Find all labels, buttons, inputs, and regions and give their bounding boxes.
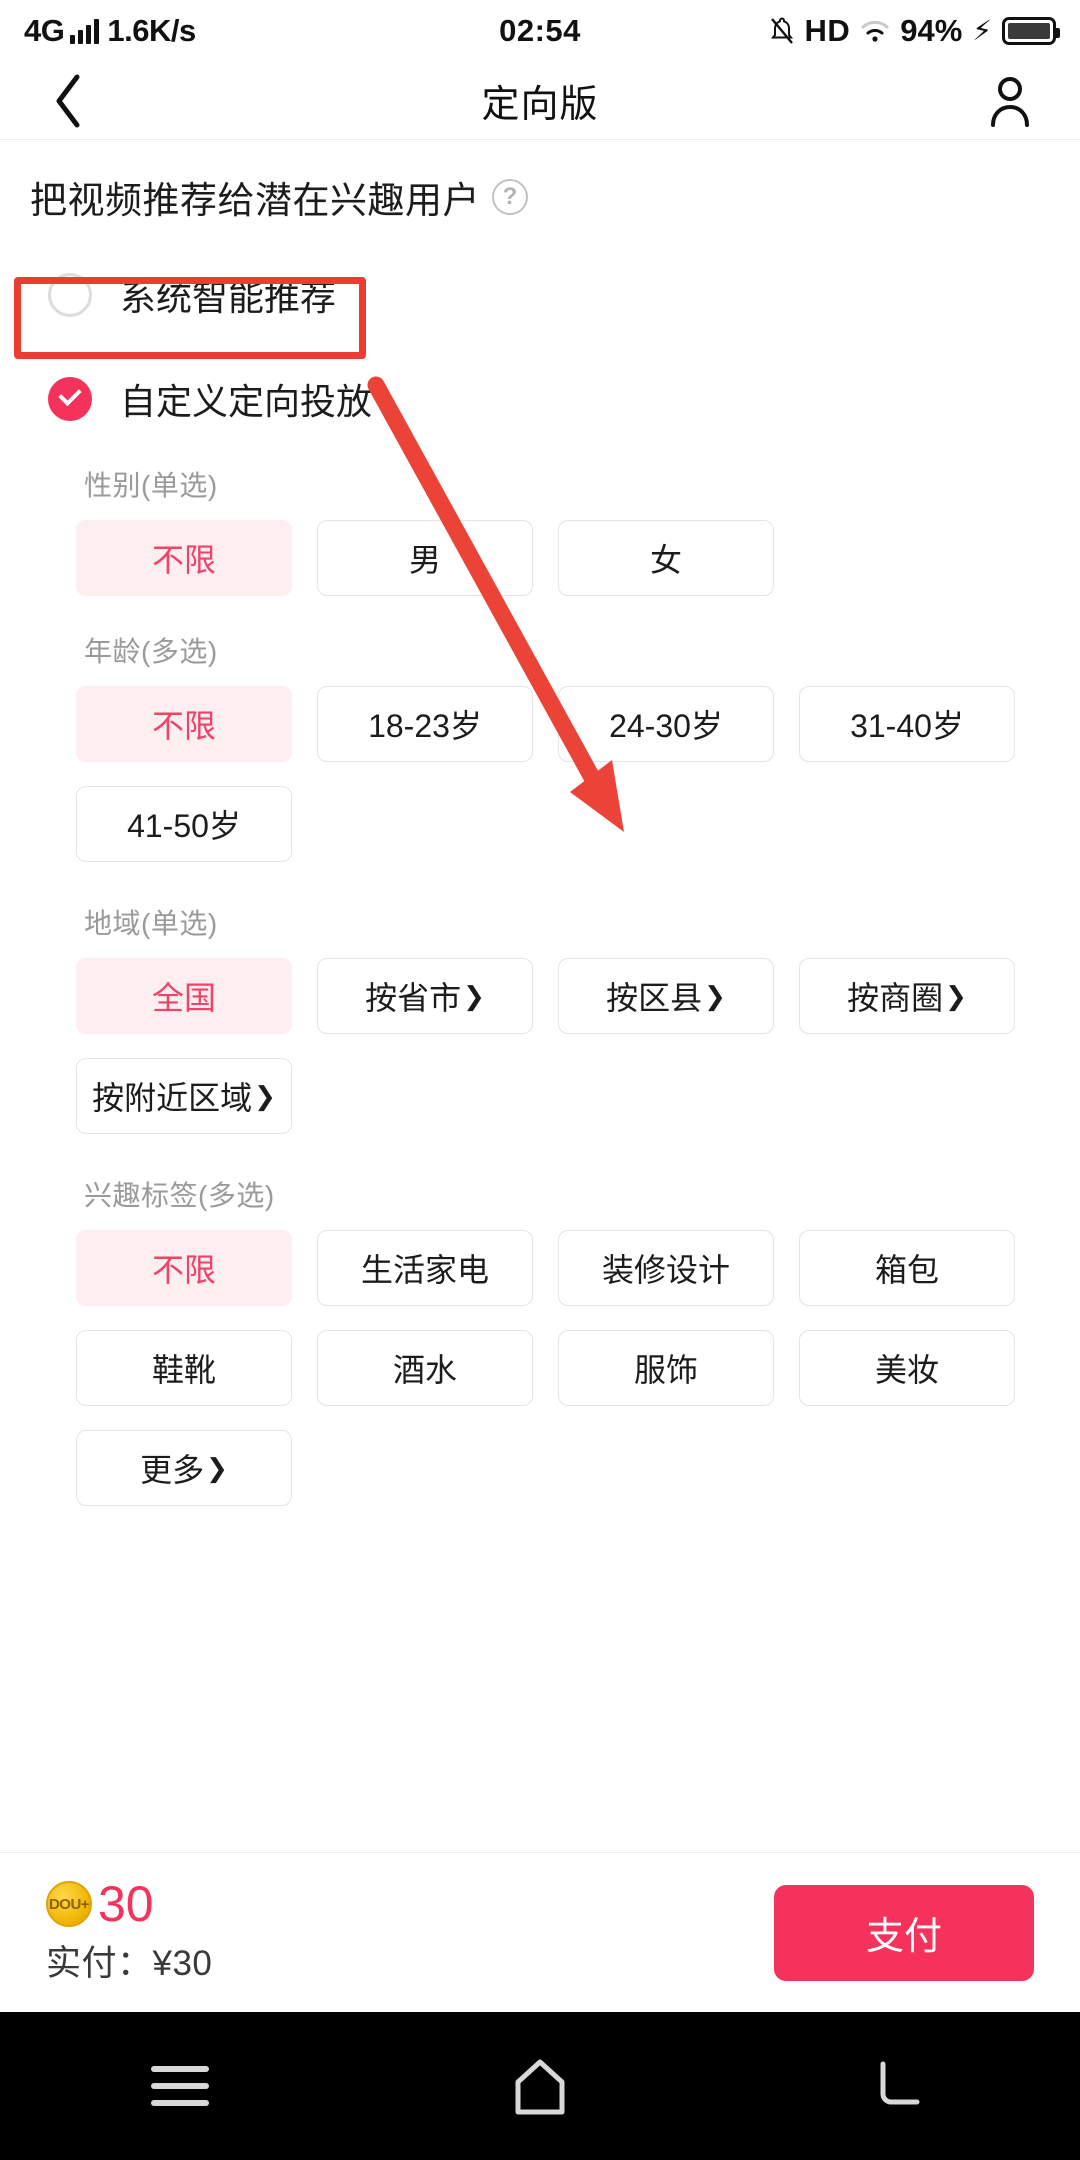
chevron-right-icon: ❯ [463, 980, 485, 1011]
chip-interest-4[interactable]: 鞋靴 [76, 1330, 292, 1406]
chip-label: 全国 [151, 980, 216, 1016]
chip-region-0[interactable]: 全国 [76, 958, 292, 1034]
chevron-right-icon: ❯ [945, 980, 967, 1011]
radio-option-system[interactable]: 系统智能推荐 [0, 252, 1080, 338]
back-chevron-icon[interactable] [40, 73, 96, 129]
chip-label: 生活家电 [360, 1252, 489, 1288]
section-interest-chips: 不限 生活家电 装修设计 箱包 鞋靴 酒水 服饰 美妆 更多 ❯ [76, 1230, 1080, 1506]
section-gender-title: 性别(单选) [84, 470, 218, 501]
battery-icon [1002, 17, 1060, 45]
battery-percent-label: 94% [900, 13, 963, 48]
chip-label: 服饰 [633, 1352, 698, 1388]
chip-interest-6[interactable]: 服饰 [558, 1330, 774, 1406]
chip-region-2[interactable]: 按区县 ❯ [558, 958, 774, 1034]
wifi-icon [860, 18, 890, 44]
section-age: 年龄(多选) 不限 18-23岁 24-30岁 31-40岁 41-50岁 [0, 630, 1080, 862]
section-age-chips: 不限 18-23岁 24-30岁 31-40岁 41-50岁 [76, 686, 1080, 862]
chevron-right-icon: ❯ [704, 980, 726, 1011]
main-content: 把视频推荐给潜在兴趣用户 ? 系统智能推荐 自定义定向投放 性别(单选) 不限 … [0, 140, 1080, 1852]
chip-region-1[interactable]: 按省市 ❯ [317, 958, 533, 1034]
charging-bolt-icon: ⚡ [972, 15, 992, 46]
lead-text: 把视频推荐给潜在兴趣用户 [30, 180, 480, 221]
chip-gender-2[interactable]: 女 [558, 520, 774, 596]
person-icon[interactable] [982, 73, 1038, 129]
chip-age-3[interactable]: 31-40岁 [799, 686, 1015, 762]
section-gender: 性别(单选) 不限 男 女 [0, 464, 1080, 596]
chip-label: 装修设计 [601, 1252, 730, 1288]
pay-summary: DOU+ 30 实付：¥30 [46, 1879, 212, 1986]
chip-label: 箱包 [874, 1252, 939, 1288]
chip-label: 男 [408, 542, 441, 578]
chip-label: 鞋靴 [151, 1352, 216, 1388]
help-icon[interactable]: ? [492, 179, 528, 215]
chip-label: 按区县 [606, 980, 703, 1016]
radio-option-custom-label: 自定义定向投放 [120, 381, 373, 422]
chip-age-4[interactable]: 41-50岁 [76, 786, 292, 862]
chip-gender-0[interactable]: 不限 [76, 520, 292, 596]
dou-coin-icon: DOU+ [46, 1881, 92, 1927]
chip-interest-2[interactable]: 装修设计 [558, 1230, 774, 1306]
android-nav-bar [0, 2012, 1080, 2160]
chip-label: 按商圈 [847, 980, 944, 1016]
chip-age-1[interactable]: 18-23岁 [317, 686, 533, 762]
menu-icon[interactable] [120, 2038, 240, 2134]
page-title: 定向版 [481, 84, 599, 126]
chip-label: 不限 [151, 1252, 216, 1288]
chip-interest-3[interactable]: 箱包 [799, 1230, 1015, 1306]
lead-row: 把视频推荐给潜在兴趣用户 ? [0, 140, 1080, 224]
chip-label: 24-30岁 [609, 708, 723, 744]
pay-actual-label: 实付：¥30 [46, 1944, 213, 1983]
chip-interest-8[interactable]: 更多 ❯ [76, 1430, 292, 1506]
radio-option-custom[interactable]: 自定义定向投放 [0, 356, 1080, 442]
chip-label: 31-40岁 [850, 708, 964, 744]
pay-button[interactable]: 支付 [774, 1884, 1034, 1981]
chip-label: 更多 [140, 1452, 205, 1488]
pay-amount-row: DOU+ 30 [46, 1879, 212, 1929]
chip-age-0[interactable]: 不限 [76, 686, 292, 762]
section-interest-title: 兴趣标签(多选) [84, 1180, 275, 1211]
chip-region-3[interactable]: 按商圈 ❯ [799, 958, 1015, 1034]
chip-label: 按附近区域 [92, 1080, 253, 1116]
radio-option-system-label: 系统智能推荐 [120, 277, 337, 318]
radio-circle-icon[interactable] [48, 273, 92, 317]
section-interest: 兴趣标签(多选) 不限 生活家电 装修设计 箱包 鞋靴 酒水 服饰 美妆 更多 ❯ [0, 1174, 1080, 1506]
home-icon[interactable] [480, 2038, 600, 2134]
chip-label: 不限 [151, 708, 216, 744]
pay-bar: DOU+ 30 实付：¥30 支付 [0, 1852, 1080, 2012]
chip-interest-5[interactable]: 酒水 [317, 1330, 533, 1406]
status-bar: 4G 1.6K/s 02:54 HD 94% ⚡ [0, 0, 1080, 62]
chip-region-4[interactable]: 按附近区域 ❯ [76, 1058, 292, 1134]
section-region-chips: 全国 按省市 ❯ 按区县 ❯ 按商圈 ❯ 按附近区域 ❯ [76, 958, 1080, 1134]
chip-label: 18-23岁 [368, 708, 482, 744]
section-region: 地域(单选) 全国 按省市 ❯ 按区县 ❯ 按商圈 ❯ 按附近区域 ❯ [0, 902, 1080, 1134]
chip-interest-7[interactable]: 美妆 [799, 1330, 1015, 1406]
chip-label: 酒水 [392, 1352, 457, 1388]
chip-label: 按省市 [365, 980, 462, 1016]
chip-label: 41-50岁 [127, 808, 241, 844]
chip-label: 美妆 [874, 1352, 939, 1388]
section-gender-chips: 不限 男 女 [76, 520, 1080, 596]
section-region-title: 地域(单选) [84, 908, 218, 939]
chevron-right-icon: ❯ [206, 1452, 228, 1483]
chip-interest-0[interactable]: 不限 [76, 1230, 292, 1306]
status-bar-right: HD 94% ⚡ [769, 13, 1060, 49]
chip-label: 女 [649, 542, 682, 578]
pay-amount-label: 30 [98, 1876, 154, 1932]
hd-label: HD [804, 13, 851, 48]
chip-gender-1[interactable]: 男 [317, 520, 533, 596]
chip-interest-1[interactable]: 生活家电 [317, 1230, 533, 1306]
title-bar: 定向版 [0, 62, 1080, 140]
radio-checked-icon[interactable] [48, 377, 92, 421]
mute-icon [769, 17, 795, 45]
back-arrow-icon[interactable] [840, 2038, 960, 2134]
phone-screen: 4G 1.6K/s 02:54 HD 94% ⚡ 定向版 把视频推荐给潜在兴趣用… [0, 0, 1080, 2160]
chevron-right-icon: ❯ [254, 1080, 276, 1111]
section-age-title: 年龄(多选) [84, 636, 218, 667]
chip-label: 不限 [151, 542, 216, 578]
chip-age-2[interactable]: 24-30岁 [558, 686, 774, 762]
